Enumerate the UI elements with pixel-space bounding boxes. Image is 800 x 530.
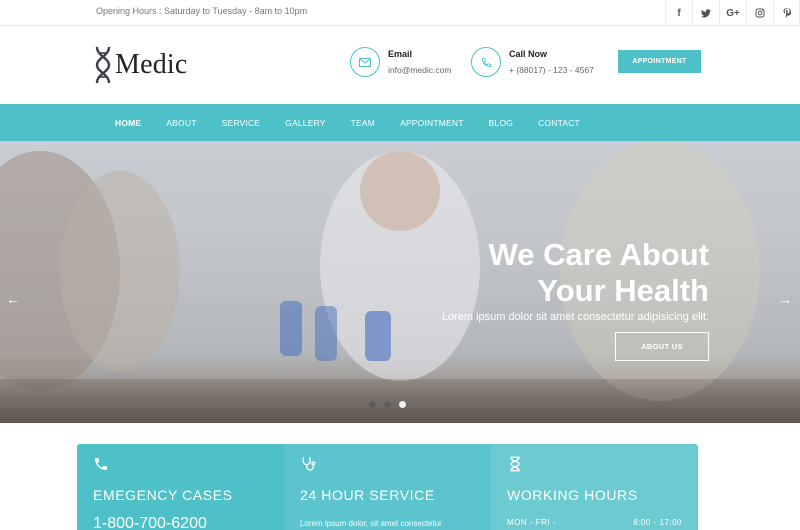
- working-time: 8:00 - 17:00: [633, 518, 682, 527]
- info-boxes: EMEGENCY CASES 1-800-700-6200 24 HOUR SE…: [77, 444, 698, 530]
- facebook-icon[interactable]: f: [665, 0, 692, 26]
- service-box: 24 HOUR SERVICE Lorem ipsum dolor, sit a…: [284, 444, 491, 530]
- working-hours-row: MON - FRI - 8:00 - 17:00: [507, 518, 682, 527]
- slide-dot-1[interactable]: [369, 401, 376, 408]
- prev-slide-icon[interactable]: ←: [6, 291, 20, 307]
- about-us-button[interactable]: ABOUT US: [615, 332, 709, 361]
- emergency-title: EMEGENCY CASES: [93, 487, 233, 503]
- service-title: 24 HOUR SERVICE: [300, 487, 435, 503]
- slider-dots: [369, 401, 414, 408]
- hero-slider: ← → We Care About Your Health Lorem ipsu…: [0, 141, 800, 423]
- pinterest-icon[interactable]: [773, 0, 800, 26]
- nav-item-service[interactable]: SERVICE: [222, 118, 261, 128]
- logo-text: Medic: [115, 49, 188, 80]
- hero-title-line2: Your Health: [537, 273, 709, 308]
- nav-item-team[interactable]: TEAM: [351, 118, 375, 128]
- working-hours-box: WORKING HOURS MON - FRI - 8:00 - 17:00: [491, 444, 698, 530]
- phone-icon: [95, 458, 107, 470]
- google-plus-icon[interactable]: G+: [719, 0, 746, 26]
- working-days: MON - FRI -: [507, 518, 557, 527]
- email-label: Email: [388, 49, 413, 59]
- nav-item-contact[interactable]: CONTACT: [538, 118, 580, 128]
- next-slide-icon[interactable]: →: [778, 291, 792, 307]
- hero-title: We Care About Your Health: [489, 237, 709, 309]
- nav-item-appointment[interactable]: APPOINTMENT: [400, 118, 464, 128]
- slide-dot-3[interactable]: [399, 401, 406, 408]
- email-contact: Email info@medic.com: [350, 45, 451, 77]
- instagram-icon[interactable]: [746, 0, 773, 26]
- site-logo[interactable]: Medic: [94, 46, 188, 84]
- call-contact: Call Now + (88017) - 123 - 4567: [471, 45, 594, 77]
- appointment-button[interactable]: APPOINTMENT: [618, 50, 701, 73]
- call-label: Call Now: [509, 49, 548, 59]
- hero-title-line1: We Care About: [488, 237, 709, 272]
- envelope-icon: [350, 47, 380, 77]
- phone-icon: [471, 47, 501, 77]
- slide-dot-2[interactable]: [384, 401, 391, 408]
- dna-logo-icon: [95, 46, 111, 84]
- stethoscope-icon: [302, 457, 316, 471]
- working-hours-title: WORKING HOURS: [507, 487, 638, 503]
- top-bar: Opening Hours : Saturday to Tuesday - 8a…: [0, 0, 800, 26]
- nav-item-about[interactable]: ABOUT: [166, 118, 196, 128]
- hero-subtitle: Lorem ipsum dolor sit amet consectetur a…: [441, 311, 709, 323]
- hourglass-icon: [510, 456, 520, 472]
- call-value[interactable]: + (88017) - 123 - 4567: [509, 65, 594, 75]
- email-value[interactable]: info@medic.com: [388, 65, 451, 75]
- emergency-box: EMEGENCY CASES 1-800-700-6200: [77, 444, 284, 530]
- opening-hours-text: Opening Hours : Saturday to Tuesday - 8a…: [96, 6, 308, 16]
- nav-item-gallery[interactable]: GALLERY: [285, 118, 325, 128]
- emergency-phone[interactable]: 1-800-700-6200: [93, 515, 268, 530]
- site-header: Medic Email info@medic.com Call Now + (8…: [0, 26, 800, 104]
- main-nav: HOME ABOUT SERVICE GALLERY TEAM APPOINTM…: [0, 104, 800, 141]
- social-links: f G+: [665, 0, 800, 26]
- service-description: Lorem ipsum dolor, sit amet consectetur …: [300, 519, 455, 530]
- twitter-icon[interactable]: [692, 0, 719, 26]
- nav-item-blog[interactable]: BLOG: [489, 118, 513, 128]
- nav-item-home[interactable]: HOME: [115, 118, 141, 128]
